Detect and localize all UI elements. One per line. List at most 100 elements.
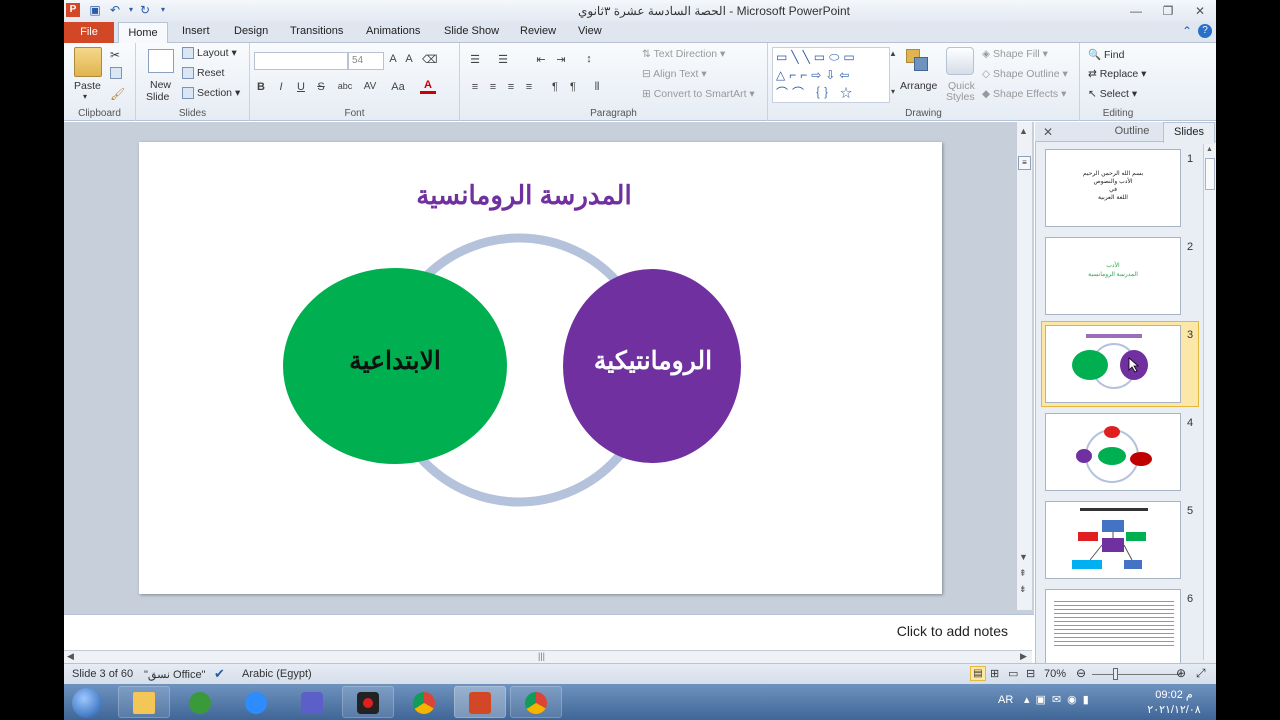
next-slide-icon[interactable]: ⇟ <box>1019 584 1027 595</box>
shape-effects-button[interactable]: ◆ Shape Effects ▾ <box>982 88 1066 100</box>
slide-canvas[interactable]: المدرسة الرومانسية الابتداعية الرومانتيك… <box>139 142 942 594</box>
notes-pane[interactable]: Click to add notes <box>64 614 1034 650</box>
scroll-left-icon[interactable]: ◀ <box>67 651 74 662</box>
rtl-icon[interactable]: ¶ <box>548 81 562 93</box>
tab-insert[interactable]: Insert <box>182 25 210 37</box>
font-name-combo[interactable] <box>254 52 348 70</box>
slide-counter[interactable]: Slide 3 of 60 <box>72 668 133 680</box>
panel-scroll-thumb[interactable] <box>1205 158 1215 190</box>
taskbar-zoom[interactable] <box>230 686 282 718</box>
new-slide-button[interactable]: New <box>150 79 171 91</box>
strikethrough-button[interactable]: S <box>314 81 328 93</box>
justify-icon[interactable]: ≡ <box>522 81 536 93</box>
bold-button[interactable]: B <box>254 81 268 93</box>
clock-time[interactable]: 09:02 م <box>1136 688 1212 701</box>
shape-outline-button[interactable]: ◇ Shape Outline ▾ <box>982 68 1068 80</box>
scroll-thumb[interactable]: ≡ <box>1018 156 1031 170</box>
scroll-down-icon[interactable]: ▼ <box>1019 552 1028 562</box>
zoom-out-icon[interactable]: ⊖ <box>1076 666 1086 680</box>
shapes-more-icon[interactable]: ▾ <box>886 87 900 96</box>
cut-icon[interactable]: ✂ <box>110 48 120 62</box>
tab-animations[interactable]: Animations <box>366 25 420 37</box>
slide-sorter-icon[interactable]: ⊞ <box>990 667 999 680</box>
right-circle-text[interactable]: الرومانتيكية <box>563 346 743 376</box>
change-case-button[interactable]: Aa <box>388 81 408 93</box>
slideshow-icon[interactable]: ⊟ <box>1026 667 1035 680</box>
clock-date[interactable]: ٢٠٢١/١٢/٠٨ <box>1136 703 1212 716</box>
taskbar-recorder[interactable] <box>342 686 394 718</box>
panel-scroll-up-icon[interactable]: ▲ <box>1206 146 1213 153</box>
arrange-button[interactable]: Arrange <box>900 80 937 92</box>
theme-name[interactable]: "نسق Office" <box>144 668 205 681</box>
tab-outline[interactable]: Outline <box>1105 125 1159 137</box>
layout-button[interactable]: Layout ▾ <box>182 47 237 60</box>
quick-styles-button-label-2[interactable]: Styles <box>946 91 975 103</box>
shape-fill-button[interactable]: ◈ Shape Fill ▾ <box>982 48 1048 60</box>
arrange-icon[interactable] <box>904 47 930 75</box>
find-button[interactable]: 🔍 Find <box>1088 48 1124 61</box>
reading-view-icon[interactable]: ▭ <box>1008 667 1018 680</box>
slide-vertical-scrollbar[interactable]: ▲ ≡ ▼ ⇞ ⇟ <box>1016 122 1032 610</box>
numbering-icon[interactable]: ☰ <box>496 53 510 66</box>
italic-button[interactable]: I <box>274 81 288 93</box>
clear-formatting-icon[interactable]: ⌫ <box>422 53 438 66</box>
tab-transitions[interactable]: Transitions <box>290 25 343 37</box>
select-button[interactable]: ↖ Select ▾ <box>1088 88 1137 100</box>
convert-smartart-button[interactable]: ⊞ Convert to SmartArt ▾ <box>642 88 755 100</box>
zoom-level[interactable]: 70% <box>1044 668 1066 680</box>
taskbar-chrome-1[interactable] <box>398 686 450 718</box>
slide-thumbnail-1[interactable]: بسم الله الرحمن الرحيم الأدب والنصوص في … <box>1045 149 1181 227</box>
font-color-button[interactable]: A <box>420 79 436 94</box>
language-indicator[interactable]: Arabic (Egypt) <box>242 668 312 680</box>
close-button[interactable]: ✕ <box>1188 2 1212 20</box>
bullets-icon[interactable]: ☰ <box>468 53 482 66</box>
scroll-up-icon[interactable]: ▲ <box>1019 126 1028 136</box>
paste-icon[interactable] <box>74 47 102 77</box>
tab-design[interactable]: Design <box>234 25 268 37</box>
tab-view[interactable]: View <box>578 25 602 37</box>
underline-button[interactable]: U <box>294 81 308 93</box>
increase-indent-icon[interactable]: ⇥ <box>554 53 568 66</box>
taskbar-chrome-2[interactable] <box>510 686 562 718</box>
decrease-indent-icon[interactable]: ⇤ <box>534 53 548 66</box>
taskbar-explorer[interactable] <box>118 686 170 718</box>
paste-dropdown-icon[interactable]: ▾ <box>83 92 87 101</box>
zoom-slider-thumb[interactable] <box>1113 668 1118 680</box>
zoom-in-icon[interactable]: ⊕ <box>1176 666 1186 680</box>
taskbar-download-manager[interactable] <box>174 686 226 718</box>
slide-thumbnail-5[interactable] <box>1045 501 1181 579</box>
maximize-button[interactable]: ❐ <box>1156 2 1180 20</box>
reset-button[interactable]: Reset <box>182 67 224 80</box>
tray-icons[interactable]: ▴▣✉◉▮ <box>1024 693 1095 706</box>
slide-title[interactable]: المدرسة الرومانسية <box>139 180 909 211</box>
font-size-combo[interactable]: 54 <box>348 52 384 70</box>
line-spacing-icon[interactable]: ↕ <box>582 53 596 65</box>
minimize-ribbon-icon[interactable]: ⌃ <box>1182 24 1192 38</box>
shapes-gallery[interactable]: ▭╲╲▭⬭▭ △⌐⌐⇨⇩⇦ ⌒⌒｛｝☆ <box>772 47 890 103</box>
character-spacing-button[interactable]: AV <box>360 81 380 92</box>
save-icon[interactable]: ▣ <box>88 3 102 17</box>
help-icon[interactable]: ? <box>1198 24 1212 38</box>
slide-thumbnail-4[interactable] <box>1045 413 1181 491</box>
fit-slide-icon[interactable]: ⤢ <box>1196 666 1206 681</box>
columns-icon[interactable]: ⫴ <box>590 81 604 94</box>
new-slide-button-label-2[interactable]: Slide <box>146 91 169 103</box>
align-center-icon[interactable]: ≡ <box>486 81 500 93</box>
panel-scrollbar[interactable]: ▲ <box>1203 144 1216 660</box>
normal-view-icon[interactable]: ▤ <box>970 666 986 681</box>
undo-dropdown-icon[interactable]: ▾ <box>124 3 138 17</box>
zoom-slider[interactable] <box>1092 674 1180 675</box>
tab-review[interactable]: Review <box>520 25 556 37</box>
align-right-icon[interactable]: ≡ <box>504 81 518 93</box>
undo-icon[interactable]: ↶ <box>108 3 122 17</box>
text-shadow-button[interactable]: abc <box>334 81 356 91</box>
spell-check-icon[interactable]: ✔ <box>214 666 225 682</box>
hscroll-thumb[interactable]: ||| <box>538 651 545 661</box>
section-button[interactable]: Section ▾ <box>182 87 240 100</box>
slide-thumbnail-2[interactable]: الأدب المدرسة الرومانسية <box>1045 237 1181 315</box>
start-button[interactable] <box>68 686 108 718</box>
paste-button[interactable]: Paste <box>74 80 101 92</box>
scroll-right-icon[interactable]: ▶ <box>1020 651 1027 662</box>
quick-styles-icon[interactable] <box>946 47 974 75</box>
align-left-icon[interactable]: ≡ <box>468 81 482 93</box>
